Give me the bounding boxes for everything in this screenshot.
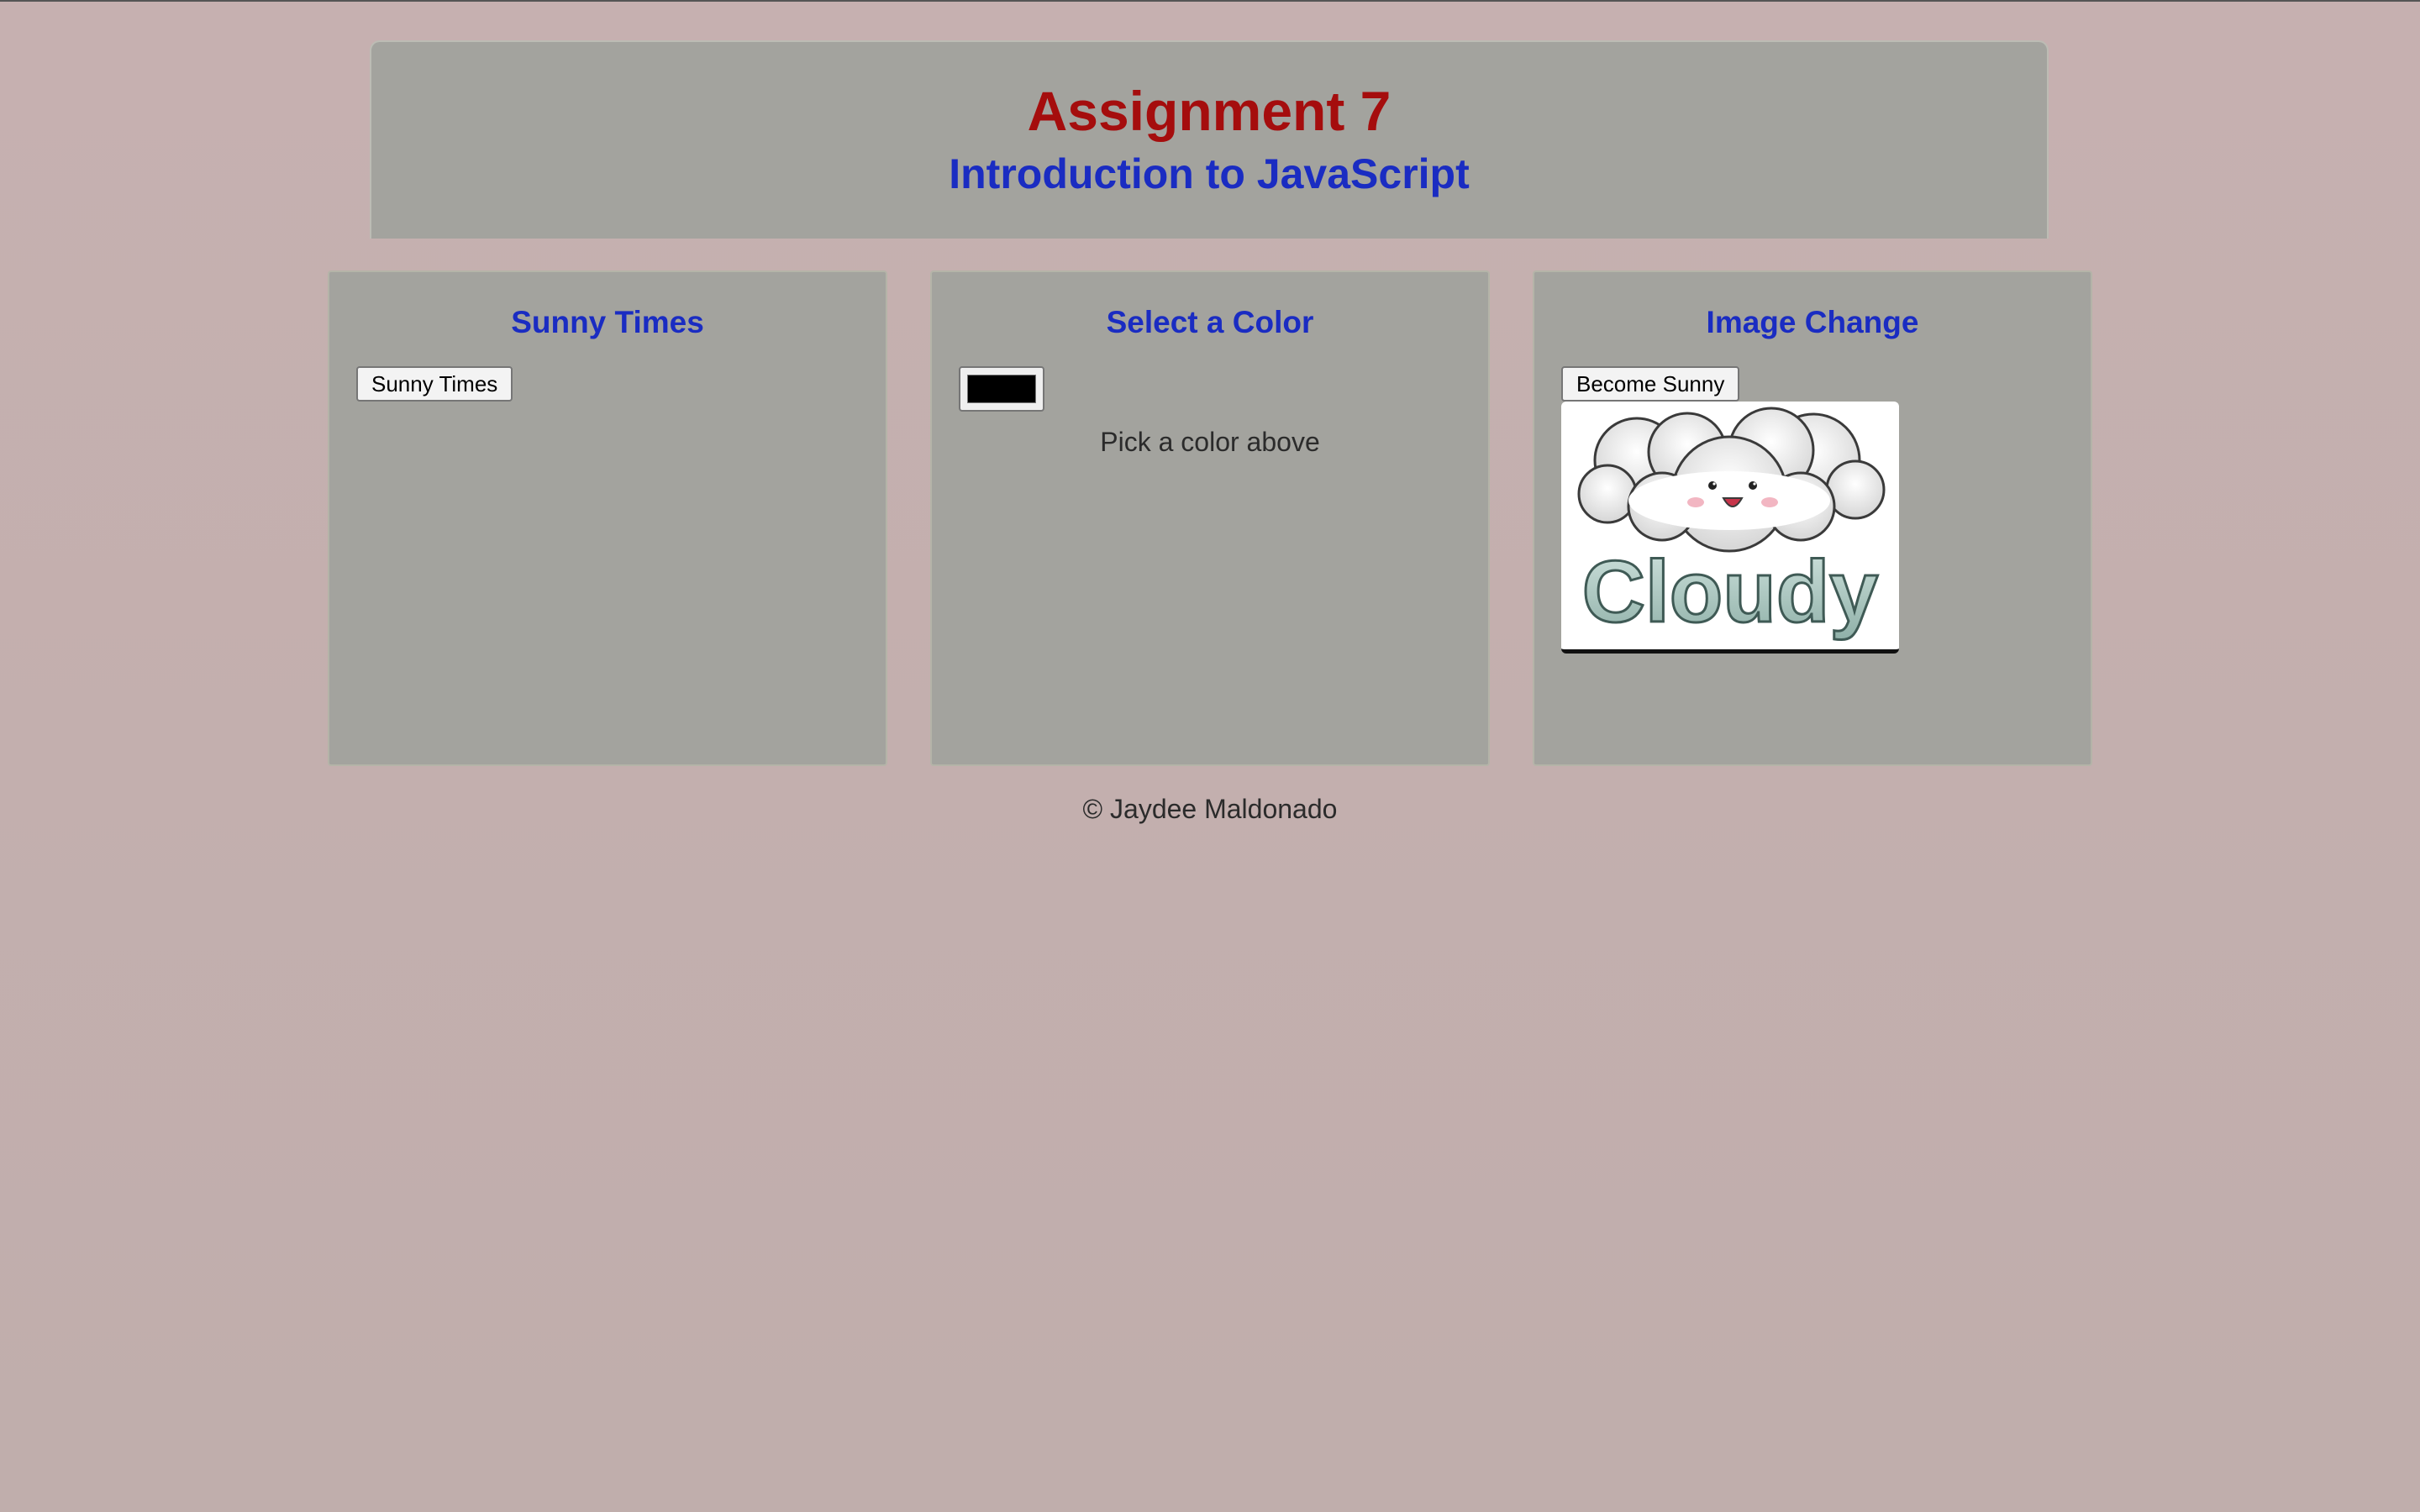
color-message: Pick a color above xyxy=(1100,427,1320,457)
select-color-heading: Select a Color xyxy=(1106,305,1314,339)
image-change-panel: Image Change Become Sunny Cloudy xyxy=(1533,270,2092,766)
become-sunny-button[interactable]: Become Sunny xyxy=(1561,366,1740,402)
color-swatch xyxy=(967,375,1036,403)
image-change-heading: Image Change xyxy=(1706,305,1919,339)
sunny-times-panel: Sunny Times Sunny Times xyxy=(328,270,887,766)
cloudy-image-text: Cloudy xyxy=(1582,543,1879,641)
color-picker-input[interactable] xyxy=(959,366,1044,412)
sunny-times-button[interactable]: Sunny Times xyxy=(356,366,513,402)
page-subtitle: Introduction to JavaScript xyxy=(949,150,1470,197)
page-header: Assignment 7 Introduction to JavaScript xyxy=(370,40,2049,239)
page-title: Assignment 7 xyxy=(1027,80,1392,142)
page-footer: © Jaydee Maldonado xyxy=(1082,794,1338,824)
cloudy-image: Cloudy xyxy=(1561,402,1899,654)
cloud-illustration: Cloudy xyxy=(1577,407,1886,643)
select-color-panel: Select a Color Pick a color above xyxy=(930,270,1490,766)
sunny-times-heading: Sunny Times xyxy=(511,305,704,339)
